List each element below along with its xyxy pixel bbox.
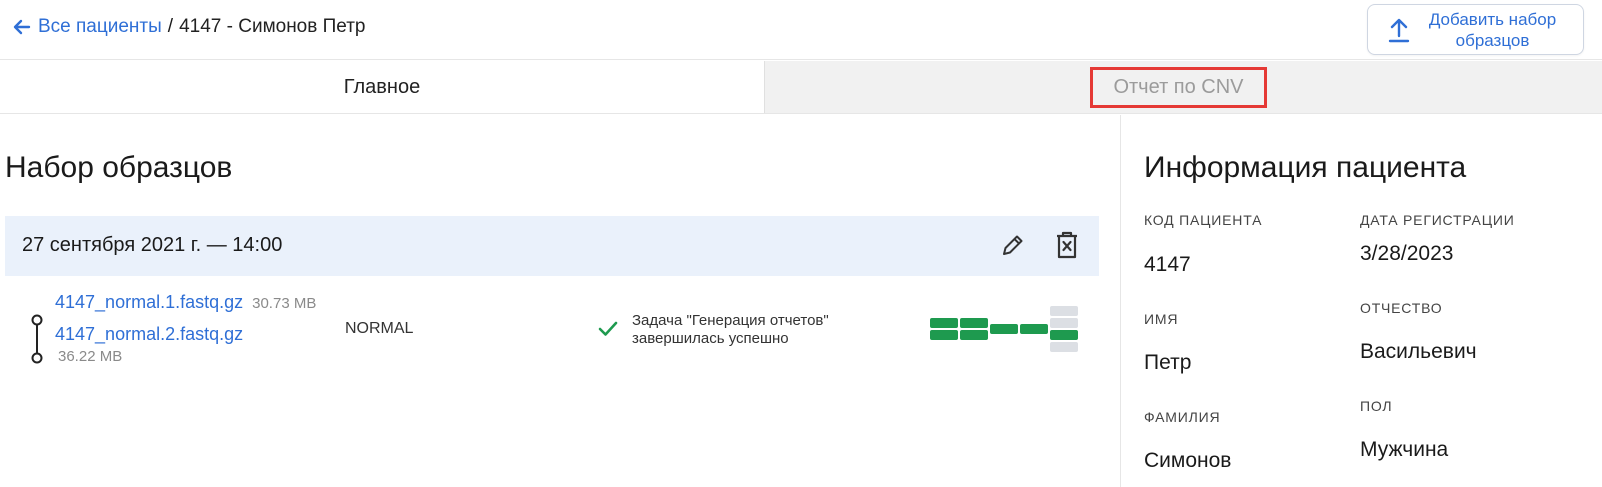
file-2-link[interactable]: 4147_normal.2.fastq.gz	[55, 324, 243, 344]
first-name-label: ИМЯ	[1144, 311, 1179, 327]
breadcrumb: Все пациенты / 4147 - Симонов Петр	[12, 16, 366, 38]
check-icon	[598, 320, 618, 338]
add-sample-set-button[interactable]: Добавить набор образцов	[1367, 4, 1584, 55]
file-1-size: 30.73 MB	[252, 295, 317, 312]
sex-value: Мужчина	[1360, 438, 1449, 461]
task-status: Задача "Генерация отчетов" завершилась у…	[632, 312, 892, 348]
tab-main[interactable]: Главное	[0, 61, 765, 113]
tab-bar: Главное Отчет по CNV	[0, 61, 1602, 114]
tab-cnv-report[interactable]: Отчет по CNV	[765, 61, 1602, 113]
patronymic-label: ОТЧЕСТВО	[1360, 300, 1443, 316]
registration-date-value: 3/28/2023	[1360, 242, 1454, 265]
back-to-patients-link[interactable]: Все пациенты	[38, 16, 162, 38]
paired-files-icon	[30, 313, 44, 365]
breadcrumb-separator: /	[167, 16, 174, 37]
arrow-left-icon[interactable]	[12, 17, 32, 37]
task-status-line-2: завершилась успешно	[632, 330, 789, 347]
patient-code-label: КОД ПАЦИЕНТА	[1144, 212, 1263, 228]
last-name-label: ФАМИЛИЯ	[1144, 409, 1221, 425]
progress-step-1b	[930, 330, 958, 340]
tab-main-label: Главное	[343, 75, 421, 98]
task-status-line-1: Задача "Генерация отчетов"	[632, 312, 829, 329]
upload-icon	[1388, 17, 1410, 43]
progress-step-2a	[960, 318, 988, 328]
file-2-size: 36.22 MB	[58, 348, 123, 365]
progress-step-5-pending-b	[1050, 318, 1078, 328]
sample-set-date: 27 сентября 2021 г. — 14:00	[22, 234, 283, 256]
pencil-icon[interactable]	[1000, 232, 1026, 258]
patronymic-value: Васильевич	[1360, 340, 1477, 363]
sample-set-panel: Набор образцов 27 сентября 2021 г. — 14:…	[0, 115, 1121, 487]
registration-date-label: ДАТА РЕГИСТРАЦИИ	[1360, 212, 1515, 228]
sample-set-header: 27 сентября 2021 г. — 14:00	[5, 216, 1099, 276]
file-item-2: 4147_normal.2.fastq.gz	[55, 324, 243, 345]
sample-type: NORMAL	[345, 320, 414, 337]
progress-step-1a	[930, 318, 958, 328]
tab-cnv-report-label: Отчет по CNV	[1090, 66, 1267, 108]
breadcrumb-current: 4147 - Симонов Петр	[179, 16, 366, 37]
progress-step-5-pending-a	[1050, 306, 1078, 316]
patient-code-value: 4147	[1144, 253, 1191, 276]
file-item-1: 4147_normal.1.fastq.gz 30.73 MB	[55, 292, 316, 313]
sex-label: ПОЛ	[1360, 398, 1393, 414]
patient-info-panel: Информация пациента КОД ПАЦИЕНТА 4147 ДА…	[1122, 115, 1602, 487]
progress-step-5-pending-c	[1050, 342, 1078, 352]
add-sample-set-label: Добавить набор образцов	[1428, 9, 1557, 50]
progress-step-3	[990, 324, 1018, 334]
progress-step-5	[1050, 330, 1078, 340]
patient-info-title: Информация пациента	[1144, 151, 1467, 184]
progress-step-4	[1020, 324, 1048, 334]
pipeline-progress	[930, 306, 1078, 352]
progress-step-2b	[960, 330, 988, 340]
first-name-value: Петр	[1144, 351, 1192, 374]
trash-icon[interactable]	[1054, 230, 1080, 260]
last-name-value: Симонов	[1144, 449, 1232, 472]
top-bar: Все пациенты / 4147 - Симонов Петр Добав…	[0, 0, 1602, 60]
file-1-link[interactable]: 4147_normal.1.fastq.gz	[55, 292, 243, 313]
sample-set-title: Набор образцов	[5, 151, 233, 184]
